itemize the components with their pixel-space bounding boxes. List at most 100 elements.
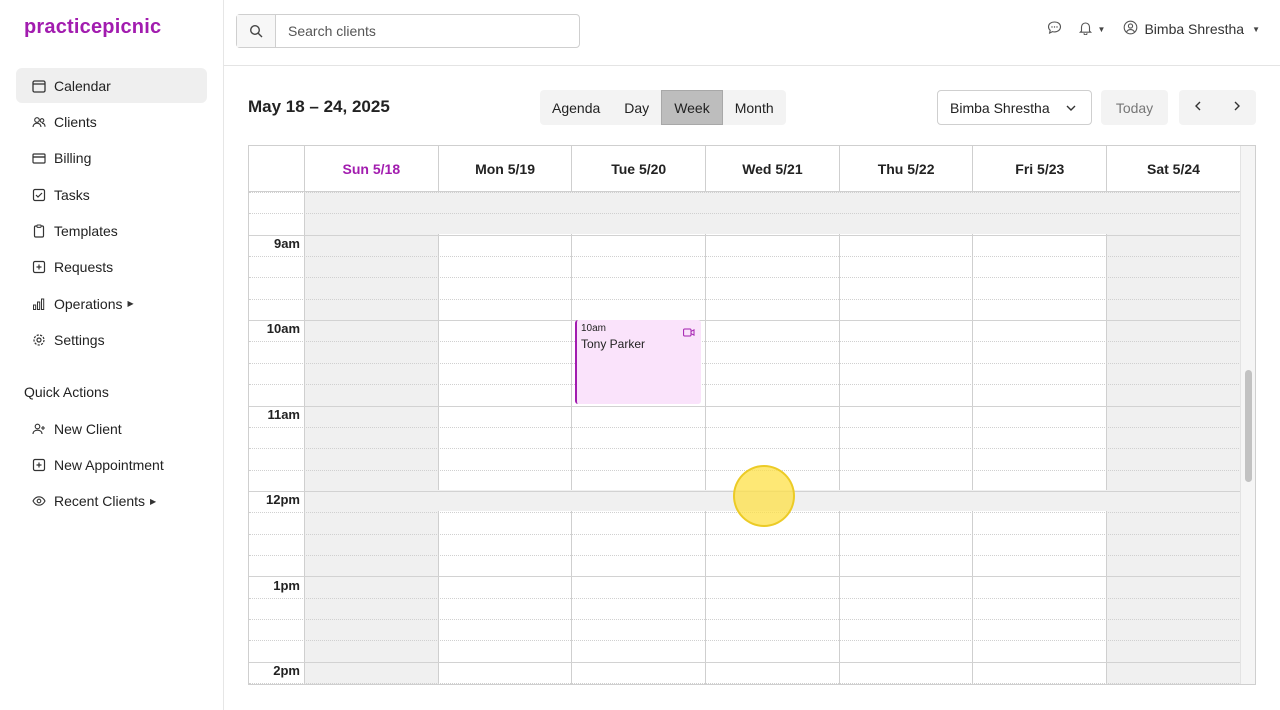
plus-square-icon	[32, 458, 46, 472]
sidebar: practicepicnic Calendar Clients Billing	[0, 0, 224, 710]
plus-square-icon	[32, 260, 46, 274]
event-time: 10am	[581, 323, 607, 334]
sidebar-item-label: Templates	[54, 223, 118, 240]
search-input[interactable]	[276, 15, 579, 47]
day-column[interactable]	[305, 192, 439, 684]
app-root: practicepicnic Calendar Clients Billing	[0, 0, 1280, 710]
sidebar-item-requests[interactable]: Requests	[16, 250, 207, 285]
bell-icon	[1078, 20, 1093, 38]
search-box	[236, 14, 580, 48]
slot-line	[249, 256, 1241, 258]
date-range-title: May 18 – 24, 2025	[248, 97, 390, 116]
search-icon[interactable]	[237, 15, 276, 47]
notifications-button[interactable]: ▼	[1078, 20, 1106, 38]
slot-line	[249, 192, 1241, 193]
day-header-sun[interactable]: Sun 5/18	[305, 146, 439, 191]
view-week-button[interactable]: Week	[661, 90, 723, 125]
calendar-icon	[32, 79, 46, 93]
slot-line	[249, 683, 1241, 684]
hour-line	[249, 576, 1241, 578]
calendar-header: Sun 5/18 Mon 5/19 Tue 5/20 Wed 5/21 Thu …	[249, 146, 1241, 192]
event-client-name: Tony Parker	[581, 337, 646, 351]
sidebar-item-label: Calendar	[54, 77, 111, 94]
video-icon	[683, 324, 695, 342]
time-label: 10am	[266, 321, 300, 336]
day-header-mon[interactable]: Mon 5/19	[439, 146, 573, 191]
sidebar-item-label: Tasks	[54, 186, 90, 203]
quick-actions-title: Quick Actions	[24, 384, 109, 400]
bar-chart-icon	[32, 297, 46, 311]
sidebar-item-label: Settings	[54, 332, 105, 349]
sidebar-item-tasks[interactable]: Tasks	[16, 177, 207, 212]
today-button[interactable]: Today	[1101, 90, 1168, 125]
day-header-thu[interactable]: Thu 5/22	[840, 146, 974, 191]
chevron-left-icon	[1192, 99, 1204, 117]
quick-action-label: New Appointment	[54, 456, 164, 473]
day-column[interactable]	[439, 192, 573, 684]
chat-icon[interactable]	[1047, 20, 1062, 38]
slot-line	[249, 277, 1241, 279]
chevron-down-icon	[1065, 101, 1077, 117]
view-month-button[interactable]: Month	[723, 90, 786, 125]
day-column[interactable]	[706, 192, 840, 684]
slot-line	[249, 362, 1241, 364]
users-icon	[32, 115, 46, 129]
day-header-tue[interactable]: Tue 5/20	[572, 146, 707, 191]
calendar-scrollbar[interactable]	[1240, 146, 1255, 684]
view-agenda-button[interactable]: Agenda	[540, 90, 612, 125]
card-icon	[32, 151, 46, 165]
slot-line	[249, 533, 1241, 535]
gear-icon	[32, 333, 46, 347]
user-name: Bimba Shrestha	[1144, 21, 1245, 37]
view-day-button[interactable]: Day	[612, 90, 661, 125]
day-column[interactable]	[974, 192, 1108, 684]
sidebar-item-label: Clients	[54, 113, 97, 130]
top-bar: ▼ Bimba Shrestha ▼	[224, 0, 1280, 66]
sidebar-item-label: Requests	[54, 259, 114, 276]
quick-action-label: New Client	[54, 420, 122, 437]
quick-action-recent-clients[interactable]: Recent Clients ▶	[16, 484, 207, 519]
slot-line	[249, 213, 1241, 215]
caret-down-icon: ▼	[1097, 24, 1106, 34]
quick-action-new-appointment[interactable]: New Appointment	[16, 447, 207, 482]
date-navigation	[1179, 90, 1256, 125]
day-column[interactable]	[840, 192, 974, 684]
time-gutter-header	[249, 146, 305, 191]
eye-icon	[32, 494, 46, 508]
time-label: 2pm	[273, 663, 300, 678]
caret-right-icon: ▶	[150, 496, 157, 506]
sidebar-item-calendar[interactable]: Calendar	[16, 68, 207, 103]
slot-line	[249, 384, 1241, 386]
quick-actions: New Client New Appointment Recent Client…	[16, 411, 207, 520]
top-right-actions: ▼ Bimba Shrestha ▼	[1047, 20, 1260, 38]
appointment-event[interactable]: 10am Tony Parker	[575, 320, 701, 404]
app-logo[interactable]: practicepicnic	[24, 16, 161, 39]
hour-line	[249, 661, 1241, 663]
sidebar-item-clients[interactable]: Clients	[16, 104, 207, 139]
time-label: 9am	[273, 236, 300, 251]
calendar-grid[interactable]: 9am 10am 11am 12pm 1pm 2pm 10am Tony Par…	[249, 192, 1241, 684]
clinician-select-value: Bimba Shrestha	[950, 99, 1050, 116]
user-menu[interactable]: Bimba Shrestha ▼	[1123, 20, 1260, 38]
previous-week-button[interactable]	[1179, 90, 1218, 125]
sidebar-item-settings[interactable]: Settings	[16, 323, 207, 358]
slot-line	[249, 298, 1241, 300]
day-column[interactable]	[572, 192, 707, 684]
day-header-fri[interactable]: Fri 5/23	[973, 146, 1108, 191]
clipboard-icon	[32, 224, 46, 238]
quick-action-label: Recent Clients	[54, 493, 146, 510]
time-label: 12pm	[266, 492, 300, 507]
clinician-select[interactable]: Bimba Shrestha	[937, 90, 1092, 125]
day-column[interactable]	[1107, 192, 1241, 684]
quick-action-new-client[interactable]: New Client	[16, 411, 207, 446]
next-week-button[interactable]	[1218, 90, 1257, 125]
user-avatar-icon	[1123, 20, 1138, 38]
user-plus-icon	[32, 422, 46, 436]
sidebar-item-templates[interactable]: Templates	[16, 214, 207, 249]
scrollbar-thumb[interactable]	[1245, 370, 1252, 482]
sidebar-item-billing[interactable]: Billing	[16, 141, 207, 176]
day-header-sat[interactable]: Sat 5/24	[1107, 146, 1241, 191]
day-header-wed[interactable]: Wed 5/21	[706, 146, 840, 191]
sidebar-item-operations[interactable]: Operations ▶	[16, 286, 207, 321]
click-indicator	[733, 465, 795, 527]
